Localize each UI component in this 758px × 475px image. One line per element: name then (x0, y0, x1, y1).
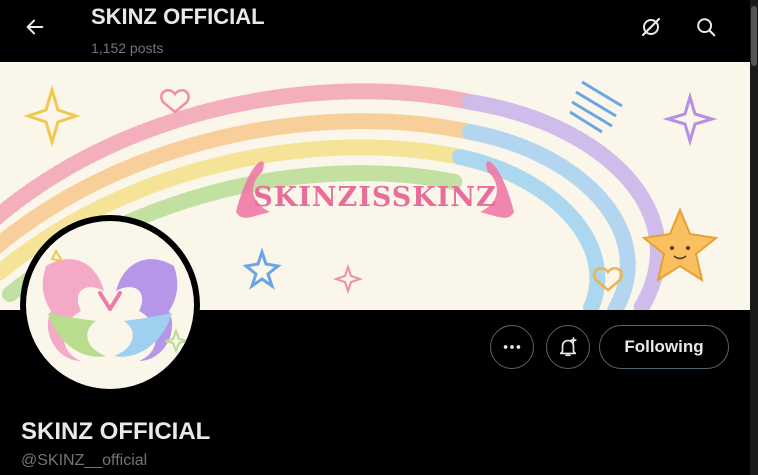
bell-plus-icon (559, 337, 577, 357)
search-icon (697, 18, 716, 37)
following-button[interactable]: Following (599, 325, 729, 369)
avatar-logo-icon (42, 248, 188, 361)
grok-button[interactable] (634, 10, 668, 44)
search-button[interactable] (689, 10, 723, 44)
more-horizontal-icon (503, 345, 521, 349)
profile-display-name: SKINZ OFFICIAL (21, 418, 211, 445)
notifications-button[interactable] (546, 325, 590, 369)
top-bar: SKINZ OFFICIAL 1,152 posts (0, 0, 750, 62)
avatar[interactable] (20, 215, 200, 395)
post-count: 1,152 posts (91, 40, 164, 56)
arrow-left-icon (26, 19, 44, 35)
banner-logo-text: SKINZISSKINZ (253, 182, 497, 213)
profile-handle: @SKINZ__official (21, 452, 148, 469)
more-button[interactable] (490, 325, 534, 369)
back-button[interactable] (18, 10, 52, 44)
grok-icon (641, 17, 661, 37)
scrollbar[interactable] (750, 0, 758, 475)
page-title: SKINZ OFFICIAL (91, 4, 265, 29)
scroll-thumb[interactable] (751, 6, 757, 66)
avatar-image (26, 221, 194, 389)
